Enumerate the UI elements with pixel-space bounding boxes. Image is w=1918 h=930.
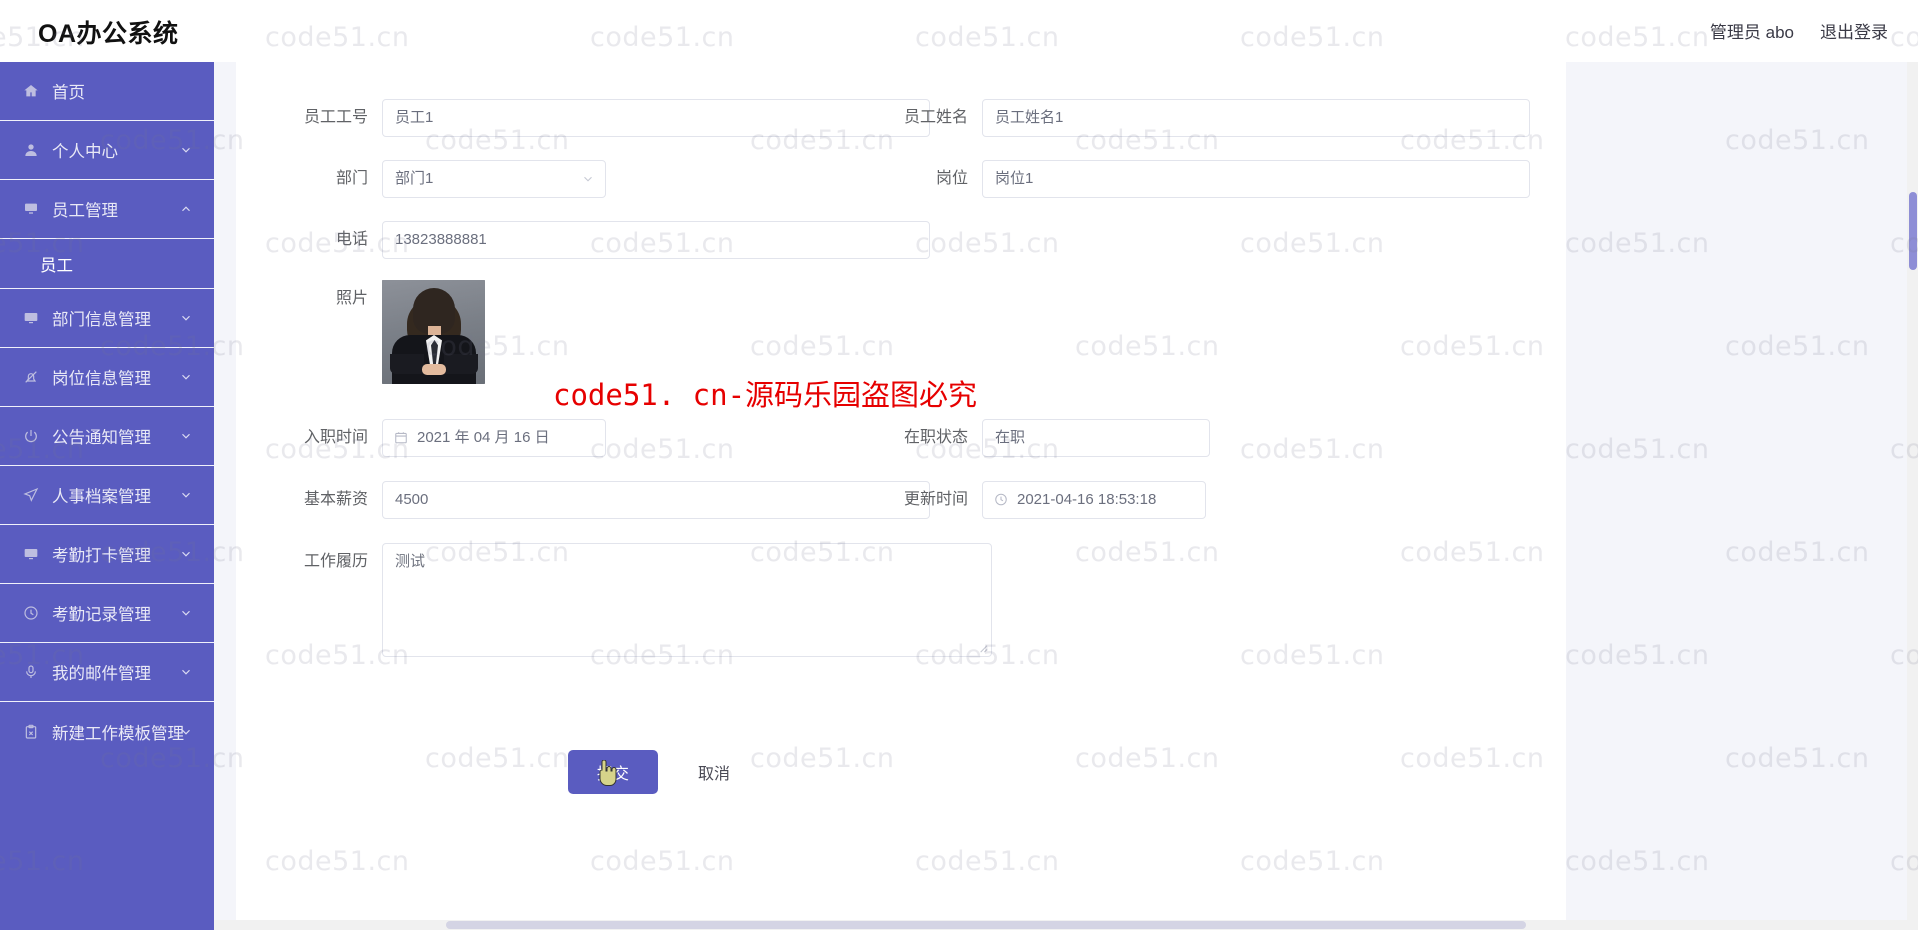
horizontal-scrollbar-track[interactable] bbox=[214, 920, 1907, 930]
oa-system-page: OA办公系统 管理员 abo 退出登录 首页 个人中心 员工管理 员工 部门信息… bbox=[0, 0, 1918, 930]
update-time-picker[interactable]: 2021-04-16 18:53:18 bbox=[982, 481, 1206, 519]
field-employee-name: 员工姓名 员工姓名1 bbox=[896, 99, 1530, 137]
app-header: OA办公系统 管理员 abo 退出登录 bbox=[0, 0, 1918, 62]
phone-label: 电话 bbox=[335, 231, 368, 248]
page-title: OA办公系统 bbox=[38, 20, 179, 48]
sidebar-item-my-mail[interactable]: 我的邮件管理 bbox=[0, 643, 214, 702]
power-icon bbox=[20, 428, 42, 444]
monitor-icon bbox=[20, 310, 42, 326]
sidebar-nav[interactable]: 首页 个人中心 员工管理 员工 部门信息管理 岗位信息管理 公告通知管理 人事档… bbox=[0, 62, 214, 930]
sidebar-item-profile[interactable]: 个人中心 bbox=[0, 121, 214, 180]
monitor-icon bbox=[20, 546, 42, 562]
photo-hands bbox=[422, 364, 446, 375]
sidebar-item-attendance-punch[interactable]: 考勤打卡管理 bbox=[0, 525, 214, 584]
field-update-time: 更新时间 2021-04-16 18:53:18 bbox=[896, 481, 1206, 519]
main-content: 员工工号 员工1 员工姓名 员工姓名1 部门 部门1 岗位 岗位1 电话 138… bbox=[214, 62, 1918, 930]
photo-arm-right bbox=[444, 354, 478, 374]
chevron-down-icon[interactable] bbox=[180, 371, 192, 383]
hire-date-label: 入职时间 bbox=[303, 429, 368, 446]
employee-name-label: 员工姓名 bbox=[903, 109, 968, 126]
sidebar-item-position-info[interactable]: 岗位信息管理 bbox=[0, 348, 214, 407]
employee-no-input[interactable]: 员工1 bbox=[382, 99, 930, 137]
chevron-down-icon[interactable] bbox=[180, 144, 192, 156]
sidebar-item-employee-management[interactable]: 员工管理 bbox=[0, 180, 214, 239]
hire-date-picker[interactable]: 2021 年 04 月 16 日 bbox=[382, 419, 606, 457]
chevron-down-icon[interactable] bbox=[180, 607, 192, 619]
field-department: 部门 部门1 bbox=[296, 160, 606, 198]
horizontal-scrollbar-thumb[interactable] bbox=[446, 921, 1526, 929]
work-history-value: 测试 bbox=[395, 553, 426, 570]
chevron-down-icon[interactable] bbox=[180, 489, 192, 501]
phone-input[interactable]: 13823888881 bbox=[382, 221, 930, 259]
cancel-button[interactable]: 取消 bbox=[680, 750, 748, 794]
department-select[interactable]: 部门1 bbox=[382, 160, 606, 198]
employee-edit-form: 员工工号 员工1 员工姓名 员工姓名1 部门 部门1 岗位 岗位1 电话 138… bbox=[236, 62, 1566, 930]
chevron-down-icon[interactable] bbox=[180, 430, 192, 442]
field-work-history: 工作履历 测试 bbox=[296, 543, 992, 657]
photo-label: 照片 bbox=[335, 290, 368, 307]
base-salary-label: 基本薪资 bbox=[303, 491, 368, 508]
update-time-value: 2021-04-16 18:53:18 bbox=[1017, 491, 1157, 508]
update-time-label: 更新时间 bbox=[903, 491, 968, 508]
chevron-down-icon[interactable] bbox=[180, 726, 192, 738]
home-icon bbox=[20, 83, 42, 99]
form-actions: 提交 取消 bbox=[568, 750, 748, 794]
position-input[interactable]: 岗位1 bbox=[982, 160, 1530, 198]
sidebar-item-employee[interactable]: 员工 bbox=[0, 239, 214, 289]
resize-handle-icon[interactable] bbox=[977, 642, 988, 653]
field-job-status: 在职状态 在职 bbox=[896, 419, 1210, 457]
mic-icon bbox=[20, 664, 42, 680]
header-user-area: 管理员 abo 退出登录 bbox=[1710, 18, 1888, 43]
work-history-label: 工作履历 bbox=[303, 553, 368, 570]
department-label: 部门 bbox=[335, 170, 368, 187]
base-salary-input[interactable]: 4500 bbox=[382, 481, 930, 519]
field-phone: 电话 13823888881 bbox=[296, 221, 930, 259]
desktop-icon bbox=[20, 201, 42, 217]
chevron-down-icon[interactable] bbox=[180, 666, 192, 678]
current-user-label: 管理员 abo bbox=[1709, 23, 1794, 42]
sidebar-item-label: 员工 bbox=[40, 256, 73, 275]
sidebar-item-home[interactable]: 首页 bbox=[0, 62, 214, 121]
sidebar-item-attendance-record[interactable]: 考勤记录管理 bbox=[0, 584, 214, 643]
clock-icon bbox=[20, 605, 42, 621]
field-hire-date: 入职时间 2021 年 04 月 16 日 bbox=[296, 419, 606, 457]
hire-date-value: 2021 年 04 月 16 日 bbox=[417, 429, 550, 446]
sidebar-item-hr-archive[interactable]: 人事档案管理 bbox=[0, 466, 214, 525]
job-status-label: 在职状态 bbox=[903, 429, 968, 446]
photo-arm-left bbox=[390, 354, 424, 374]
vertical-scrollbar-track[interactable] bbox=[1907, 62, 1918, 930]
chevron-down-icon[interactable] bbox=[582, 173, 594, 185]
field-photo: 照片 bbox=[296, 280, 485, 384]
sidebar-item-work-template[interactable]: 新建工作模板管理 bbox=[0, 702, 214, 761]
send-icon bbox=[20, 487, 42, 503]
job-status-input[interactable]: 在职 bbox=[982, 419, 1210, 457]
sidebar-item-announcement[interactable]: 公告通知管理 bbox=[0, 407, 214, 466]
clipboard-icon bbox=[20, 724, 42, 740]
employee-photo[interactable] bbox=[382, 280, 485, 384]
employee-name-input[interactable]: 员工姓名1 bbox=[982, 99, 1530, 137]
department-selected-value: 部门1 bbox=[395, 170, 434, 187]
sidebar-item-label: 首页 bbox=[52, 84, 85, 102]
work-history-textarea[interactable]: 测试 bbox=[382, 543, 992, 657]
chevron-up-icon[interactable] bbox=[180, 203, 192, 215]
position-label: 岗位 bbox=[935, 170, 968, 187]
employee-no-label: 员工工号 bbox=[303, 109, 368, 126]
sidebar-item-department-info[interactable]: 部门信息管理 bbox=[0, 289, 214, 348]
calendar-icon bbox=[394, 431, 409, 446]
field-position: 岗位 岗位1 bbox=[896, 160, 1530, 198]
submit-button[interactable]: 提交 bbox=[568, 750, 658, 794]
vertical-scrollbar-thumb[interactable] bbox=[1909, 192, 1917, 270]
chevron-down-icon[interactable] bbox=[180, 312, 192, 324]
user-icon bbox=[20, 142, 42, 158]
logout-button[interactable]: 退出登录 bbox=[1820, 18, 1888, 43]
chevron-down-icon[interactable] bbox=[180, 548, 192, 560]
bell-off-icon bbox=[20, 369, 42, 385]
field-base-salary: 基本薪资 4500 bbox=[296, 481, 930, 519]
field-employee-no: 员工工号 员工1 bbox=[296, 99, 930, 137]
clock-icon bbox=[994, 493, 1009, 508]
